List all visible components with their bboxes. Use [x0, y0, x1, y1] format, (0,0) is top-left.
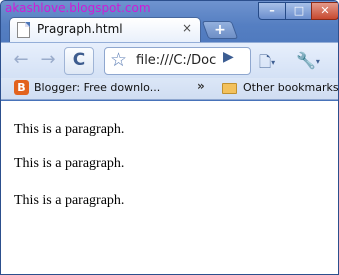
wrench-menu-button[interactable]: 🔧▾ [296, 51, 320, 70]
paragraph: This is a paragraph. [14, 193, 125, 208]
url-text[interactable]: file:///C:/Doc [136, 53, 216, 68]
page-icon: 🗋 [259, 53, 272, 71]
go-arrow-icon[interactable]: ▶ [223, 49, 234, 65]
caret-down-icon: ▾ [271, 58, 276, 67]
folder-icon [222, 83, 237, 94]
bookmarks-bar: B Blogger: Free downlo... » Other bookma… [1, 78, 338, 100]
back-arrow-icon[interactable]: ← [8, 48, 34, 74]
page-menu-button[interactable]: 🗋▾ [259, 52, 275, 77]
tab-title: Pragraph.html [37, 22, 123, 36]
reload-icon[interactable]: C [64, 47, 94, 75]
bookmarks-overflow-chevron-icon[interactable]: » [197, 79, 205, 93]
page-content: This is a paragraph. This is a paragraph… [1, 101, 338, 274]
bookmark-star-icon[interactable]: ☆ [110, 49, 127, 71]
other-bookmarks[interactable]: Other bookmarks [243, 81, 338, 94]
new-tab-button[interactable]: + [201, 21, 239, 39]
blogger-icon: B [14, 80, 29, 95]
close-window-button[interactable]: ✕ [311, 2, 338, 20]
document-icon [17, 22, 30, 38]
minimize-button[interactable]: – [258, 2, 286, 20]
browser-window: Pragraph.html × + – □ ✕ ← → C ☆ file:///… [0, 0, 339, 275]
caret-down-icon: ▾ [315, 57, 320, 66]
tab-pragraph[interactable]: Pragraph.html × [9, 17, 201, 42]
paragraph: This is a paragraph. [14, 156, 125, 171]
paragraph: This is a paragraph. [14, 122, 125, 137]
toolbar: ← → C ☆ file:///C:/Doc ▶ 🗋▾ 🔧▾ [1, 42, 338, 78]
tab-close-icon[interactable]: × [182, 21, 192, 35]
bookmark-blogger[interactable]: Blogger: Free downlo... [34, 81, 160, 94]
plus-icon: + [214, 22, 226, 38]
watermark: akashlove.blogspot.com [5, 1, 151, 15]
wrench-icon: 🔧 [296, 51, 316, 70]
maximize-button[interactable]: □ [285, 2, 313, 20]
forward-arrow-icon[interactable]: → [35, 48, 61, 74]
